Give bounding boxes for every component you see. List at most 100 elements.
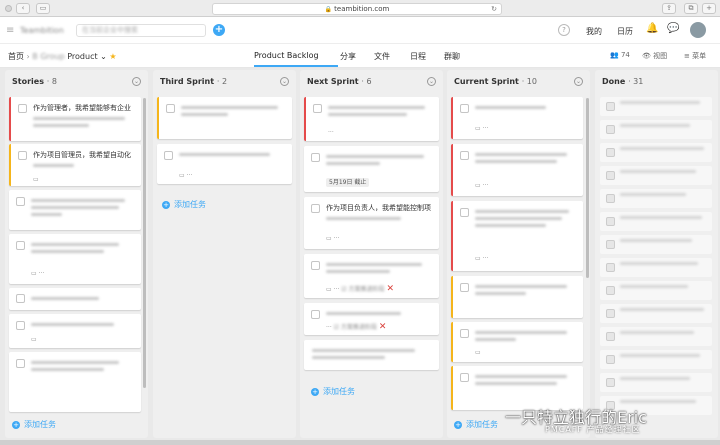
done-card[interactable] [600, 166, 712, 185]
sidebar-toggle-icon[interactable]: ▭ [36, 3, 50, 14]
done-card[interactable] [600, 304, 712, 323]
help-icon[interactable]: ? [558, 24, 570, 36]
task-checkbox[interactable] [460, 104, 469, 113]
back-icon[interactable]: ‹ [16, 3, 30, 14]
task-card[interactable] [9, 190, 141, 230]
done-card[interactable] [600, 350, 712, 369]
add-task-button[interactable]: + 添加任务 [12, 419, 56, 430]
address-bar[interactable]: 🔒 teambition.com ↻ [212, 3, 502, 15]
column-menu-icon[interactable]: ⌄ [574, 77, 583, 86]
task-checkbox[interactable] [460, 329, 469, 338]
window-control-icon[interactable] [5, 5, 12, 12]
column-menu-icon[interactable]: ⌄ [280, 77, 289, 86]
task-card[interactable]: ▭ ··· [451, 97, 583, 139]
column-scrollbar[interactable] [586, 98, 589, 278]
done-card[interactable] [600, 373, 712, 392]
menu-button[interactable]: ≡ 菜单 [684, 51, 706, 61]
task-card[interactable]: ▭ ··· [451, 144, 583, 196]
task-checkbox[interactable] [460, 208, 469, 217]
members-button[interactable]: 👥 74 [610, 51, 630, 59]
task-checkbox[interactable] [606, 217, 615, 226]
task-checkbox[interactable] [460, 151, 469, 160]
task-checkbox[interactable] [606, 309, 615, 318]
done-card[interactable] [600, 143, 712, 162]
task-card[interactable]: 作为项目负责人，我希望能控制项 ▭ ··· [304, 197, 439, 249]
close-icon[interactable]: ✕ [386, 284, 394, 294]
task-card[interactable]: 5月19日 截止 [304, 146, 439, 192]
task-checkbox[interactable] [606, 378, 615, 387]
task-card[interactable]: ▭ ··· [451, 201, 583, 271]
done-card[interactable] [600, 258, 712, 277]
brand-logo[interactable]: Teambition [20, 26, 64, 35]
chat-icon[interactable]: 💬 [667, 23, 679, 34]
avatar[interactable] [690, 22, 706, 38]
task-card[interactable]: ··· [304, 97, 439, 141]
task-checkbox[interactable] [311, 153, 320, 162]
task-card[interactable] [9, 352, 141, 412]
new-tab-icon[interactable]: + [702, 3, 716, 14]
tab-share[interactable]: 分享 [340, 51, 356, 62]
breadcrumb-org[interactable]: B Group [32, 52, 64, 61]
task-checkbox[interactable] [460, 373, 469, 382]
task-checkbox[interactable] [606, 125, 615, 134]
task-checkbox[interactable] [16, 294, 25, 303]
task-card[interactable]: ▭ ··· [157, 144, 292, 184]
task-card[interactable] [9, 288, 141, 310]
task-checkbox[interactable] [164, 151, 173, 160]
task-card[interactable]: ▭ [451, 322, 583, 362]
share-icon[interactable]: ⇪ [662, 3, 676, 14]
task-checkbox[interactable] [16, 197, 25, 206]
column-menu-icon[interactable]: ⌄ [132, 77, 141, 86]
tabs-overview-icon[interactable]: ⧉ [684, 3, 698, 14]
task-checkbox[interactable] [606, 148, 615, 157]
view-button[interactable]: 👁 视图 [642, 51, 667, 61]
task-checkbox[interactable] [606, 286, 615, 295]
nav-calendar[interactable]: 日历 [617, 26, 633, 37]
task-checkbox[interactable] [311, 204, 320, 213]
add-task-button[interactable]: + 添加任务 [311, 386, 355, 397]
done-card[interactable] [600, 189, 712, 208]
task-checkbox[interactable] [606, 102, 615, 111]
task-checkbox[interactable] [606, 332, 615, 341]
close-icon[interactable]: ✕ [379, 322, 387, 332]
task-checkbox[interactable] [18, 104, 27, 113]
task-card[interactable]: ▭ ··· [9, 234, 141, 284]
task-card[interactable] [451, 276, 583, 318]
tab-group-chat[interactable]: 群聊 [444, 51, 460, 62]
reload-icon[interactable]: ↻ [491, 4, 497, 14]
task-checkbox[interactable] [16, 321, 25, 330]
done-card[interactable] [600, 97, 712, 116]
task-checkbox[interactable] [606, 194, 615, 203]
task-card[interactable] [304, 340, 439, 370]
task-card[interactable]: ▭ [9, 314, 141, 348]
task-card[interactable]: ··· ☑ 方案推进阶段 ✕ [304, 303, 439, 335]
add-task-button[interactable]: + 添加任务 [162, 199, 206, 210]
task-checkbox[interactable] [606, 171, 615, 180]
task-checkbox[interactable] [460, 283, 469, 292]
task-checkbox[interactable] [311, 310, 320, 319]
done-card[interactable] [600, 212, 712, 231]
task-checkbox[interactable] [313, 104, 322, 113]
breadcrumb-home[interactable]: 首页 [8, 52, 24, 61]
task-card[interactable]: 作为管理者，我希望能够有企业 [9, 97, 141, 141]
done-card[interactable] [600, 235, 712, 254]
task-checkbox[interactable] [166, 104, 175, 113]
menu-icon[interactable]: ≡ [6, 25, 14, 36]
task-checkbox[interactable] [18, 151, 27, 160]
task-checkbox[interactable] [16, 241, 25, 250]
column-menu-icon[interactable]: ⌄ [427, 77, 436, 86]
quick-add-icon[interactable]: + [213, 24, 225, 36]
done-card[interactable] [600, 120, 712, 139]
task-checkbox[interactable] [16, 359, 25, 368]
star-icon[interactable]: ★ [109, 52, 116, 61]
bell-icon[interactable]: 🔔 [646, 23, 658, 34]
search-input[interactable]: 在当前企业中搜索 [76, 24, 206, 37]
task-checkbox[interactable] [606, 240, 615, 249]
due-date-tag[interactable]: 5月19日 截止 [326, 178, 370, 187]
tab-product-backlog[interactable]: Product Backlog [254, 51, 319, 60]
task-card[interactable] [157, 97, 292, 139]
task-card[interactable]: ▭ ··· ☑ 方案推进阶段 ✕ [304, 254, 439, 298]
task-checkbox[interactable] [606, 355, 615, 364]
task-card[interactable]: 作为项目管理员，我希望自动化 ▭ [9, 144, 141, 186]
task-checkbox[interactable] [606, 263, 615, 272]
